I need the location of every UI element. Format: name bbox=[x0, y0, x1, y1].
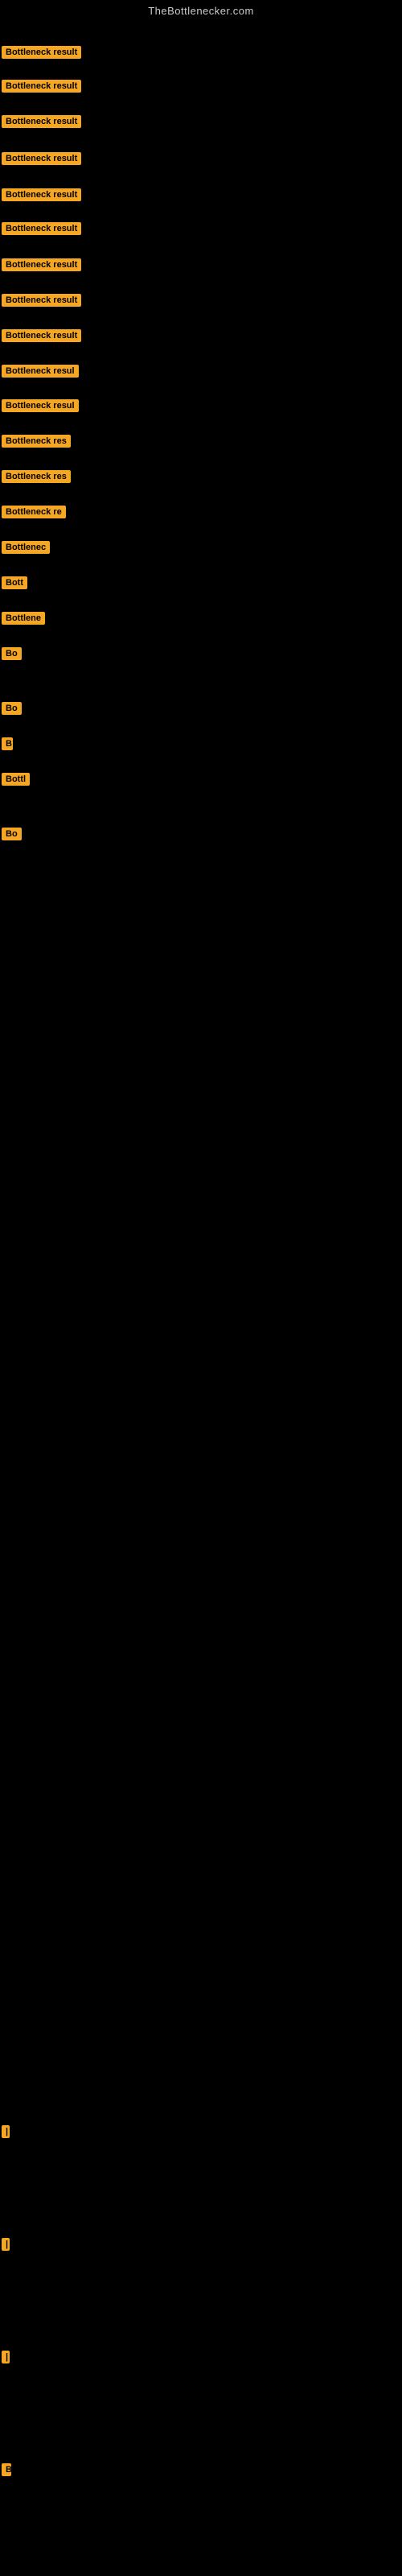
bottleneck-result-badge-20: Bottl bbox=[2, 773, 30, 790]
bottleneck-result-badge-17: Bo bbox=[2, 647, 22, 664]
bottleneck-result-badge-11: Bottleneck res bbox=[2, 435, 71, 452]
bottleneck-result-badge-22: | bbox=[2, 2125, 8, 2142]
bottleneck-result-badge-7: Bottleneck result bbox=[2, 294, 81, 311]
badge-label-0: Bottleneck result bbox=[2, 46, 81, 59]
bottleneck-result-badge-3: Bottleneck result bbox=[2, 152, 81, 169]
bottleneck-result-badge-8: Bottleneck result bbox=[2, 329, 81, 346]
badge-label-11: Bottleneck res bbox=[2, 435, 71, 448]
bottleneck-result-badge-15: Bott bbox=[2, 576, 27, 593]
bottleneck-result-badge-0: Bottleneck result bbox=[2, 46, 81, 63]
badge-label-24: | bbox=[2, 2351, 10, 2363]
badge-label-16: Bottlene bbox=[2, 612, 45, 625]
bottleneck-result-badge-16: Bottlene bbox=[2, 612, 45, 629]
badge-label-10: Bottleneck resul bbox=[2, 399, 79, 412]
badge-label-13: Bottleneck re bbox=[2, 506, 66, 518]
bottleneck-result-badge-9: Bottleneck resul bbox=[2, 365, 79, 382]
bottleneck-result-badge-1: Bottleneck result bbox=[2, 80, 81, 97]
bottleneck-result-badge-4: Bottleneck result bbox=[2, 188, 81, 205]
bottleneck-result-badge-14: Bottlenec bbox=[2, 541, 50, 558]
badge-label-12: Bottleneck res bbox=[2, 470, 71, 483]
badge-label-8: Bottleneck result bbox=[2, 329, 81, 342]
badge-label-6: Bottleneck result bbox=[2, 258, 81, 271]
badge-label-5: Bottleneck result bbox=[2, 222, 81, 235]
bottleneck-result-badge-24: | bbox=[2, 2351, 8, 2368]
badge-label-21: Bo bbox=[2, 828, 22, 840]
badge-label-15: Bott bbox=[2, 576, 27, 589]
badge-label-17: Bo bbox=[2, 647, 22, 660]
bottleneck-result-badge-13: Bottleneck re bbox=[2, 506, 66, 522]
badge-label-23: | bbox=[2, 2238, 10, 2251]
bottleneck-result-badge-5: Bottleneck result bbox=[2, 222, 81, 239]
bottleneck-result-badge-25: B bbox=[2, 2463, 11, 2480]
badge-label-1: Bottleneck result bbox=[2, 80, 81, 93]
badge-label-14: Bottlenec bbox=[2, 541, 50, 554]
badge-label-22: | bbox=[2, 2125, 10, 2138]
badge-label-3: Bottleneck result bbox=[2, 152, 81, 165]
badge-label-9: Bottleneck resul bbox=[2, 365, 79, 378]
badge-label-2: Bottleneck result bbox=[2, 115, 81, 128]
badge-label-18: Bo bbox=[2, 702, 22, 715]
bottleneck-result-badge-12: Bottleneck res bbox=[2, 470, 71, 487]
site-title: TheBottlenecker.com bbox=[0, 0, 402, 20]
bottleneck-result-badge-6: Bottleneck result bbox=[2, 258, 81, 275]
badge-label-25: B bbox=[2, 2463, 11, 2476]
bottleneck-result-badge-2: Bottleneck result bbox=[2, 115, 81, 132]
badge-label-4: Bottleneck result bbox=[2, 188, 81, 201]
badge-label-7: Bottleneck result bbox=[2, 294, 81, 307]
bottleneck-result-badge-19: B bbox=[2, 737, 13, 754]
bottleneck-result-badge-18: Bo bbox=[2, 702, 22, 719]
bottleneck-result-badge-10: Bottleneck resul bbox=[2, 399, 79, 416]
badge-label-20: Bottl bbox=[2, 773, 30, 786]
bottleneck-result-badge-23: | bbox=[2, 2238, 8, 2255]
badge-label-19: B bbox=[2, 737, 13, 750]
bottleneck-result-badge-21: Bo bbox=[2, 828, 22, 844]
